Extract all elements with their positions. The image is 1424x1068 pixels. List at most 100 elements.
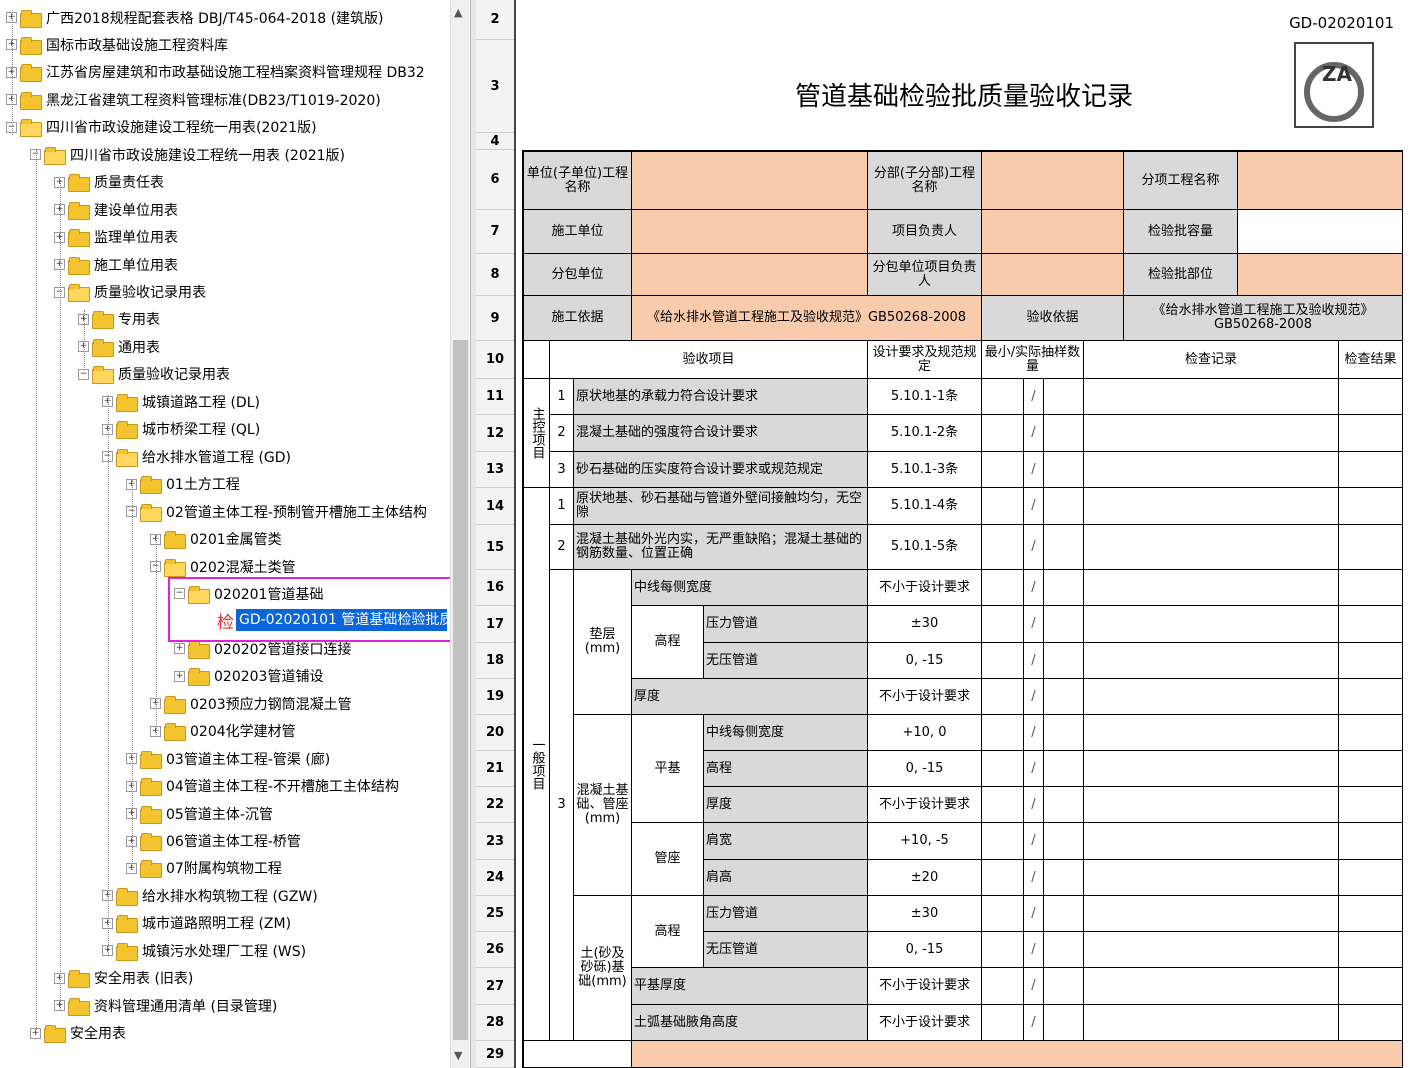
record-cell[interactable] bbox=[1084, 415, 1339, 452]
actual-cell[interactable] bbox=[1044, 823, 1084, 860]
tree-node[interactable]: − 质量验收记录用表 bbox=[54, 279, 206, 306]
min-cell[interactable] bbox=[982, 896, 1024, 932]
collapse-icon[interactable]: − bbox=[78, 368, 89, 380]
unit-name-value[interactable] bbox=[632, 152, 868, 210]
tree-node[interactable]: +020203管道铺设 bbox=[174, 663, 323, 690]
min-cell[interactable] bbox=[982, 570, 1024, 606]
tree-node[interactable]: + 安全用表 bbox=[30, 1020, 126, 1047]
sub-pm-value[interactable] bbox=[982, 254, 1124, 296]
actual-cell[interactable] bbox=[1044, 488, 1084, 525]
footer-value[interactable] bbox=[632, 1041, 1403, 1068]
result-cell[interactable] bbox=[1339, 570, 1403, 606]
row-header[interactable]: 8 bbox=[476, 254, 514, 296]
tree-node[interactable]: + 广西2018规程配套表格 DBJ/T45-064-2018 (建筑版) bbox=[6, 4, 384, 31]
basis-value[interactable]: 《给水排水管道工程施工及验收规范》GB50268-2008 bbox=[632, 296, 982, 341]
result-cell[interactable] bbox=[1339, 415, 1403, 452]
min-cell[interactable] bbox=[982, 525, 1024, 570]
min-cell[interactable] bbox=[982, 679, 1024, 715]
result-cell[interactable] bbox=[1339, 1005, 1403, 1041]
record-cell[interactable] bbox=[1084, 452, 1339, 488]
result-cell[interactable] bbox=[1339, 968, 1403, 1005]
result-cell[interactable] bbox=[1339, 525, 1403, 570]
result-cell[interactable] bbox=[1339, 896, 1403, 932]
actual-cell[interactable] bbox=[1044, 570, 1084, 606]
row-header[interactable]: 3 bbox=[476, 40, 514, 133]
record-cell[interactable] bbox=[1084, 643, 1339, 679]
location-value[interactable] bbox=[1238, 254, 1403, 296]
min-cell[interactable] bbox=[982, 932, 1024, 968]
min-cell[interactable] bbox=[982, 715, 1024, 751]
result-cell[interactable] bbox=[1339, 751, 1403, 787]
min-cell[interactable] bbox=[982, 968, 1024, 1005]
actual-cell[interactable] bbox=[1044, 896, 1084, 932]
actual-cell[interactable] bbox=[1044, 525, 1084, 570]
row-header[interactable]: 20 bbox=[476, 715, 514, 751]
result-cell[interactable] bbox=[1339, 452, 1403, 488]
result-cell[interactable] bbox=[1339, 932, 1403, 968]
result-cell[interactable] bbox=[1339, 643, 1403, 679]
result-cell[interactable] bbox=[1339, 379, 1403, 415]
actual-cell[interactable] bbox=[1044, 715, 1084, 751]
actual-cell[interactable] bbox=[1044, 1005, 1084, 1041]
record-cell[interactable] bbox=[1084, 1005, 1339, 1041]
record-cell[interactable] bbox=[1084, 896, 1339, 932]
tree-node[interactable]: + 城镇道路工程 (DL) bbox=[102, 388, 260, 415]
tree-node[interactable]: +0203预应力钢筒混凝土管 bbox=[150, 690, 352, 717]
tree-node[interactable]: + 城镇污水处理厂工程 (WS) bbox=[102, 937, 306, 964]
row-header[interactable]: 2 bbox=[476, 0, 514, 40]
tree-node[interactable]: + 监理单位用表 bbox=[54, 224, 178, 251]
min-cell[interactable] bbox=[982, 452, 1024, 488]
result-cell[interactable] bbox=[1339, 606, 1403, 643]
tree-node[interactable]: + 质量责任表 bbox=[54, 169, 164, 196]
min-cell[interactable] bbox=[982, 415, 1024, 452]
record-cell[interactable] bbox=[1084, 679, 1339, 715]
subcontractor-value[interactable] bbox=[632, 254, 868, 296]
tree-node[interactable]: +0204化学建材管 bbox=[150, 718, 296, 745]
tree-node[interactable]: + 安全用表 (旧表) bbox=[54, 965, 193, 992]
tree-node[interactable]: + 城市道路照明工程 (ZM) bbox=[102, 910, 291, 937]
row-header[interactable]: 6 bbox=[476, 150, 514, 210]
tree-node[interactable]: −0202混凝土类管 bbox=[150, 553, 296, 580]
tree-node[interactable]: +07附属构筑物工程 bbox=[126, 855, 282, 882]
tree-node[interactable]: + 江苏省房屋建筑和市政基础设施工程档案资料管理规程 DB32 bbox=[6, 59, 425, 86]
tree-node[interactable]: −02管道主体工程-预制管开槽施工主体结构 bbox=[126, 498, 427, 525]
min-cell[interactable] bbox=[982, 606, 1024, 643]
row-header[interactable]: 19 bbox=[476, 679, 514, 715]
record-cell[interactable] bbox=[1084, 787, 1339, 823]
expand-icon[interactable]: + bbox=[174, 670, 185, 682]
tree-node[interactable]: +05管道主体-沉管 bbox=[126, 800, 273, 827]
tree-node[interactable]: +06管道主体工程-桥管 bbox=[126, 828, 301, 855]
actual-cell[interactable] bbox=[1044, 606, 1084, 643]
result-cell[interactable] bbox=[1339, 823, 1403, 860]
scroll-down-icon[interactable]: ▼ bbox=[454, 1049, 462, 1062]
tree-node[interactable]: +0201金属管类 bbox=[150, 526, 282, 553]
constructor-value[interactable] bbox=[632, 210, 868, 254]
record-cell[interactable] bbox=[1084, 968, 1339, 1005]
tree-node[interactable]: − 四川省市政设施建设工程统一用表(2021版) bbox=[6, 114, 317, 141]
row-header[interactable]: 9 bbox=[476, 296, 514, 341]
row-header[interactable]: 7 bbox=[476, 210, 514, 254]
row-header[interactable]: 13 bbox=[476, 452, 514, 488]
record-cell[interactable] bbox=[1084, 379, 1339, 415]
min-cell[interactable] bbox=[982, 823, 1024, 860]
min-cell[interactable] bbox=[982, 860, 1024, 896]
min-cell[interactable] bbox=[982, 751, 1024, 787]
actual-cell[interactable] bbox=[1044, 751, 1084, 787]
row-header[interactable]: 14 bbox=[476, 488, 514, 525]
accept-basis-value[interactable]: 《给水排水管道工程施工及验收规范》GB50268-2008 bbox=[1124, 296, 1403, 341]
row-header[interactable]: 18 bbox=[476, 643, 514, 679]
record-cell[interactable] bbox=[1084, 606, 1339, 643]
row-header[interactable]: 11 bbox=[476, 379, 514, 415]
row-header[interactable]: 27 bbox=[476, 968, 514, 1005]
tree-node[interactable]: + 国标市政基础设施工程资料库 bbox=[6, 31, 228, 58]
min-cell[interactable] bbox=[982, 379, 1024, 415]
result-cell[interactable] bbox=[1339, 860, 1403, 896]
actual-cell[interactable] bbox=[1044, 415, 1084, 452]
capacity-value[interactable] bbox=[1238, 210, 1403, 254]
result-cell[interactable] bbox=[1339, 715, 1403, 751]
item-name-value[interactable] bbox=[1238, 152, 1403, 210]
scroll-thumb[interactable] bbox=[453, 340, 468, 1040]
record-cell[interactable] bbox=[1084, 525, 1339, 570]
tree-node[interactable]: + 黑龙江省建筑工程资料管理标准(DB23/T1019-2020) bbox=[6, 86, 381, 113]
min-cell[interactable] bbox=[982, 1005, 1024, 1041]
